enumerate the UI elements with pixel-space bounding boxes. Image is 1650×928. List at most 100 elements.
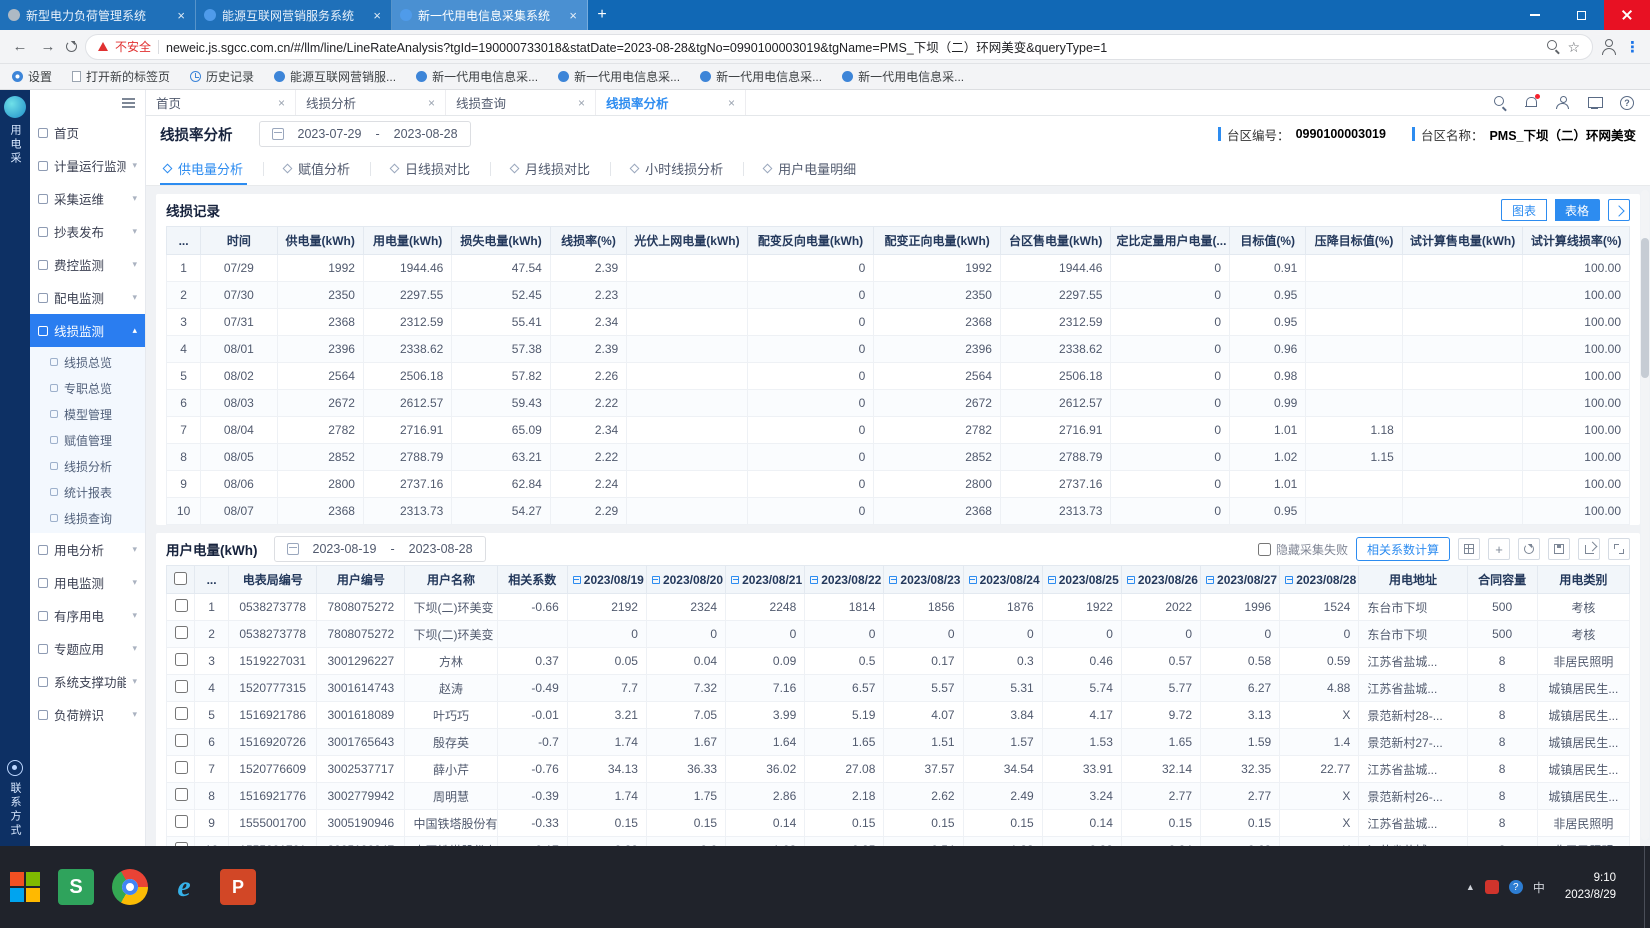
tab-close-icon[interactable]: × bbox=[578, 96, 585, 110]
sidebar-subitem[interactable]: 专职总览 bbox=[30, 375, 145, 401]
cell-link[interactable]: 3002779942 bbox=[317, 783, 405, 810]
bookmark-item[interactable]: 新一代用电信息采... bbox=[700, 68, 822, 85]
sidebar-item[interactable]: 线损监测▴ bbox=[30, 314, 145, 347]
browser-tab[interactable]: 新一代用电信息采集系统× bbox=[392, 0, 588, 30]
browser-tab[interactable]: 新型电力负荷管理系统× bbox=[0, 0, 196, 30]
search-icon[interactable] bbox=[1494, 96, 1507, 109]
hide-failed-checkbox[interactable] bbox=[1258, 543, 1271, 556]
tab-close-icon[interactable]: × bbox=[278, 96, 285, 110]
select-all-checkbox[interactable] bbox=[174, 572, 187, 585]
subtab-6[interactable]: 用户电量明细 bbox=[760, 152, 860, 185]
add-icon[interactable]: + bbox=[1488, 538, 1510, 560]
sidebar-item[interactable]: 有序用电▾ bbox=[30, 599, 145, 632]
cell-link[interactable]: 1519227031 bbox=[229, 648, 317, 675]
sidebar-collapse-icon[interactable] bbox=[122, 98, 135, 108]
row-checkbox[interactable] bbox=[175, 815, 188, 828]
row-checkbox[interactable] bbox=[175, 707, 188, 720]
cell-link[interactable]: 3001614743 bbox=[317, 675, 405, 702]
help-icon[interactable]: ? bbox=[1620, 96, 1634, 110]
table-toggle-button[interactable]: 表格 bbox=[1555, 199, 1600, 221]
user-avatar-icon[interactable] bbox=[1556, 96, 1570, 109]
subtab-2[interactable]: 赋值分析 bbox=[280, 152, 354, 185]
fullscreen-icon[interactable] bbox=[1608, 538, 1630, 560]
row-checkbox[interactable] bbox=[175, 842, 188, 846]
date-range-picker[interactable]: 2023-07-29 - 2023-08-28 bbox=[259, 121, 471, 147]
refresh-icon[interactable] bbox=[1518, 538, 1540, 560]
minimize-button[interactable] bbox=[1512, 0, 1558, 30]
browser-menu-icon[interactable]: ⋮ bbox=[1625, 38, 1640, 56]
forward-button[interactable]: → bbox=[38, 38, 58, 55]
scrollbar-thumb[interactable] bbox=[1641, 238, 1649, 378]
bookmark-item[interactable]: 能源互联网营销服... bbox=[274, 68, 396, 85]
cell-link[interactable]: 3001765643 bbox=[317, 729, 405, 756]
chart-toggle-button[interactable]: 图表 bbox=[1501, 199, 1547, 221]
cell-link[interactable]: 3001618089 bbox=[317, 702, 405, 729]
tab-close-icon[interactable]: × bbox=[175, 8, 187, 23]
tray-app-icon[interactable] bbox=[1485, 880, 1499, 894]
bookmark-item[interactable]: 打开新的标签页 bbox=[72, 68, 170, 85]
cell-link[interactable]: 1516921776 bbox=[229, 783, 317, 810]
start-button[interactable] bbox=[10, 872, 40, 902]
cell-link[interactable]: 3005190946 bbox=[317, 810, 405, 837]
cell-link[interactable]: 0538273778 bbox=[229, 594, 317, 621]
sidebar-subitem[interactable]: 线损查询 bbox=[30, 505, 145, 531]
cell-link[interactable]: 7808075272 bbox=[317, 621, 405, 648]
cell-link[interactable]: 7808075272 bbox=[317, 594, 405, 621]
sidebar-item[interactable]: 系统支撑功能▾ bbox=[30, 665, 145, 698]
contact-label[interactable]: 联系方式 bbox=[7, 782, 23, 838]
cell-link[interactable]: 1520776609 bbox=[229, 756, 317, 783]
sidebar-item[interactable]: 配电监测▾ bbox=[30, 281, 145, 314]
sidebar-item[interactable]: 专题应用▾ bbox=[30, 632, 145, 665]
sidebar-item[interactable]: 抄表发布▾ bbox=[30, 215, 145, 248]
bookmark-item[interactable]: 新一代用电信息采... bbox=[842, 68, 964, 85]
cell-link[interactable]: 1516921786 bbox=[229, 702, 317, 729]
row-checkbox[interactable] bbox=[175, 734, 188, 747]
save-icon[interactable] bbox=[1548, 538, 1570, 560]
chrome-taskbar-icon[interactable] bbox=[112, 869, 148, 905]
subtab-3[interactable]: 日线损对比 bbox=[387, 152, 474, 185]
tray-help-icon[interactable]: ? bbox=[1509, 880, 1523, 894]
subtab-4[interactable]: 月线损对比 bbox=[507, 152, 594, 185]
ie-taskbar-icon[interactable]: e bbox=[166, 869, 202, 905]
bookmark-item[interactable]: 新一代用电信息采... bbox=[416, 68, 538, 85]
grid-settings-icon[interactable] bbox=[1458, 538, 1480, 560]
user-energy-date-picker[interactable]: 2023-08-19 - 2023-08-28 bbox=[274, 536, 486, 562]
back-button[interactable]: ← bbox=[10, 38, 30, 55]
bookmark-item[interactable]: 设置 bbox=[12, 68, 52, 85]
new-tab-button[interactable]: + bbox=[588, 0, 616, 30]
sidebar-subitem[interactable]: 线损分析 bbox=[30, 453, 145, 479]
sidebar-item[interactable]: 首页 bbox=[30, 116, 145, 149]
fullscreen-icon[interactable] bbox=[1588, 97, 1602, 109]
subtab-1[interactable]: 供电量分析 bbox=[160, 152, 247, 185]
sidebar-subitem[interactable]: 统计报表 bbox=[30, 479, 145, 505]
url-field[interactable]: 不安全 neweic.js.sgcc.com.cn/#/llm/line/Lin… bbox=[85, 34, 1593, 60]
hide-failed-option[interactable]: 隐藏采集失败 bbox=[1258, 541, 1348, 558]
profile-icon[interactable] bbox=[1601, 39, 1617, 55]
export-icon[interactable] bbox=[1578, 538, 1600, 560]
sidebar-item[interactable]: 费控监测▾ bbox=[30, 248, 145, 281]
subtab-5[interactable]: 小时线损分析 bbox=[627, 152, 727, 185]
cell-link[interactable]: 3002537717 bbox=[317, 756, 405, 783]
row-checkbox[interactable] bbox=[175, 653, 188, 666]
sidebar-subitem[interactable]: 赋值管理 bbox=[30, 427, 145, 453]
sidebar-item[interactable]: 用电分析▾ bbox=[30, 533, 145, 566]
cell-link[interactable]: 1516920726 bbox=[229, 729, 317, 756]
row-checkbox[interactable] bbox=[175, 680, 188, 693]
notification-bell-icon[interactable] bbox=[1525, 96, 1538, 109]
bookmark-item[interactable]: 历史记录 bbox=[190, 68, 254, 85]
row-checkbox[interactable] bbox=[175, 599, 188, 612]
show-desktop-button[interactable] bbox=[1644, 846, 1650, 928]
cell-link[interactable]: 3001296227 bbox=[317, 648, 405, 675]
wps-taskbar-icon[interactable]: S bbox=[58, 869, 94, 905]
close-button[interactable] bbox=[1604, 0, 1650, 30]
sidebar-subitem[interactable]: 模型管理 bbox=[30, 401, 145, 427]
sidebar-subitem[interactable]: 线损总览 bbox=[30, 349, 145, 375]
input-method-indicator[interactable]: 中 bbox=[1533, 879, 1545, 896]
cell-link[interactable]: 1520777315 bbox=[229, 675, 317, 702]
tray-expand-icon[interactable]: ▲ bbox=[1466, 882, 1475, 892]
correlation-calc-button[interactable]: 相关系数计算 bbox=[1356, 537, 1450, 561]
contact-icon[interactable] bbox=[7, 760, 23, 776]
maximize-button[interactable] bbox=[1558, 0, 1604, 30]
cell-link[interactable]: 3005190947 bbox=[317, 837, 405, 847]
tab-close-icon[interactable]: × bbox=[728, 96, 735, 110]
